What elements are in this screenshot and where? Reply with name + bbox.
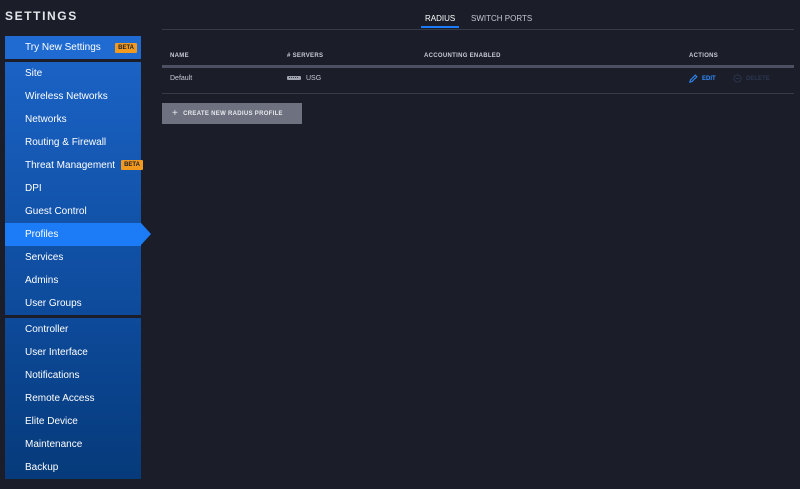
profile-name: Default xyxy=(170,75,193,82)
sidebar-item-label: Threat Management xyxy=(25,160,116,171)
tab-switch-ports[interactable]: SWITCH PORTS xyxy=(471,14,532,23)
plus-icon: + xyxy=(172,108,179,119)
sidebar-item-label: Routing & Firewall xyxy=(25,137,107,148)
sidebar-item-services[interactable]: Services xyxy=(5,246,141,269)
active-tab-indicator xyxy=(421,26,459,28)
sidebar-item-routing-firewall[interactable]: Routing & Firewall xyxy=(5,131,141,154)
servers-cell: USG xyxy=(287,75,321,82)
edit-label: EDIT xyxy=(702,75,716,82)
column-header-name: NAME xyxy=(170,53,189,59)
sidebar-item-label: Backup xyxy=(25,462,59,473)
pencil-icon xyxy=(689,74,698,83)
column-header-actions: ACTIONS xyxy=(689,53,719,59)
settings-sidebar: Try New Settings BETA Site Wireless Netw… xyxy=(5,36,151,479)
table-header: NAME # SERVERS ACCOUNTING ENABLED ACTION… xyxy=(162,49,794,68)
sidebar-item-label: Networks xyxy=(25,114,67,125)
sidebar-item-label: Services xyxy=(25,252,64,263)
sidebar-item-label: User Groups xyxy=(25,298,82,309)
controller-settings-group: Controller User Interface Notifications … xyxy=(5,318,141,479)
column-header-accounting: ACCOUNTING ENABLED xyxy=(424,53,501,59)
sidebar-item-label: Controller xyxy=(25,324,69,335)
sidebar-item-label: Notifications xyxy=(25,370,80,381)
settings-title: SETTINGS xyxy=(5,9,78,23)
sidebar-item-networks[interactable]: Networks xyxy=(5,108,141,131)
sidebar-item-label: Elite Device xyxy=(25,416,78,427)
sidebar-item-user-interface[interactable]: User Interface xyxy=(5,341,141,364)
sidebar-item-label: Admins xyxy=(25,275,59,286)
delete-icon xyxy=(733,74,742,83)
sidebar-item-remote-access[interactable]: Remote Access xyxy=(5,387,141,410)
sidebar-item-threat-management[interactable]: Threat Management BETA xyxy=(5,154,143,177)
sidebar-item-label: User Interface xyxy=(25,347,88,358)
site-settings-group: Site Wireless Networks Networks Routing … xyxy=(5,62,151,315)
delete-button[interactable]: DELETE xyxy=(733,74,770,83)
column-header-servers: # SERVERS xyxy=(287,53,324,59)
sidebar-item-backup[interactable]: Backup xyxy=(5,456,141,479)
sidebar-item-maintenance[interactable]: Maintenance xyxy=(5,433,141,456)
sidebar-item-label: Wireless Networks xyxy=(25,91,108,102)
sidebar-item-notifications[interactable]: Notifications xyxy=(5,364,141,387)
sidebar-item-label: Guest Control xyxy=(25,206,87,217)
sidebar-item-profiles[interactable]: Profiles xyxy=(5,223,151,246)
server-name: USG xyxy=(306,75,322,82)
sidebar-item-admins[interactable]: Admins xyxy=(5,269,141,292)
delete-label: DELETE xyxy=(746,75,770,82)
try-new-settings-link[interactable]: Try New Settings BETA xyxy=(5,36,141,59)
sidebar-item-wireless-networks[interactable]: Wireless Networks xyxy=(5,85,141,108)
beta-badge: BETA xyxy=(115,43,137,53)
sidebar-item-label: DPI xyxy=(25,183,42,194)
sidebar-item-label: Maintenance xyxy=(25,439,83,450)
try-new-settings-group: Try New Settings BETA xyxy=(5,36,141,59)
sidebar-item-user-groups[interactable]: User Groups xyxy=(5,292,141,315)
sidebar-item-site[interactable]: Site xyxy=(5,62,141,85)
server-icon xyxy=(287,76,301,81)
create-button-label: CREATE NEW RADIUS PROFILE xyxy=(183,110,283,117)
profile-tabs: RADIUS SWITCH PORTS xyxy=(162,0,794,30)
beta-badge: BETA xyxy=(121,160,143,171)
edit-button[interactable]: EDIT xyxy=(689,74,716,83)
table-row: Default USG EDIT DELETE xyxy=(162,68,794,94)
create-radius-profile-button[interactable]: + CREATE NEW RADIUS PROFILE xyxy=(162,103,302,124)
try-new-settings-label: Try New Settings xyxy=(25,42,101,53)
sidebar-item-label: Site xyxy=(25,68,43,79)
sidebar-item-guest-control[interactable]: Guest Control xyxy=(5,200,141,223)
sidebar-item-label: Remote Access xyxy=(25,393,95,404)
tab-radius[interactable]: RADIUS xyxy=(425,14,455,23)
sidebar-item-dpi[interactable]: DPI xyxy=(5,177,141,200)
sidebar-item-elite-device[interactable]: Elite Device xyxy=(5,410,141,433)
sidebar-item-label: Profiles xyxy=(25,229,59,240)
sidebar-item-controller[interactable]: Controller xyxy=(5,318,141,341)
